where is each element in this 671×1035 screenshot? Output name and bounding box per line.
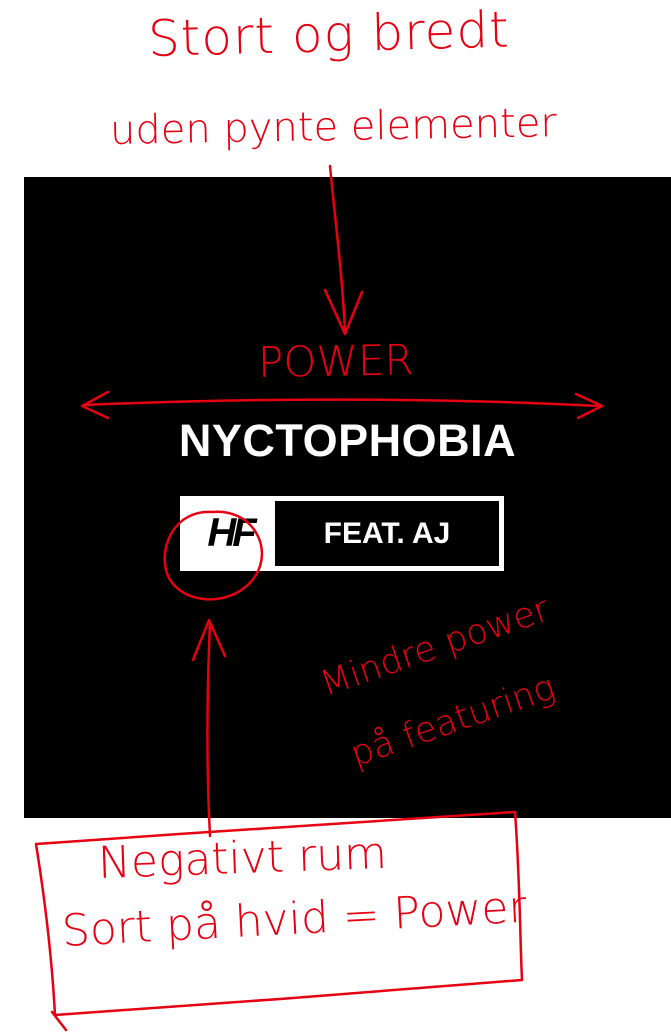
annotation-top-line1: Stort og bredt	[147, 0, 511, 68]
annotation-top-line2: uden pynte elementer	[109, 100, 558, 154]
annotation-box-line2: Sort på hvid = Power	[60, 881, 528, 957]
artist-logo: HF	[185, 501, 275, 566]
featuring-badge: HF FEAT. AJ	[180, 496, 504, 571]
album-title: NYCTOPHOBIA	[178, 415, 517, 466]
annotation-power: POWER	[257, 335, 415, 387]
annotation-box-line1: Negativt rum	[97, 827, 388, 889]
hf-logo-mark: HF	[207, 511, 256, 555]
album-cover: NYCTOPHOBIA HF FEAT. AJ	[24, 177, 671, 818]
feat-label: FEAT. AJ	[323, 516, 451, 550]
annotated-mockup: Stort og bredt uden pynte elementer NYCT…	[0, 0, 671, 1035]
